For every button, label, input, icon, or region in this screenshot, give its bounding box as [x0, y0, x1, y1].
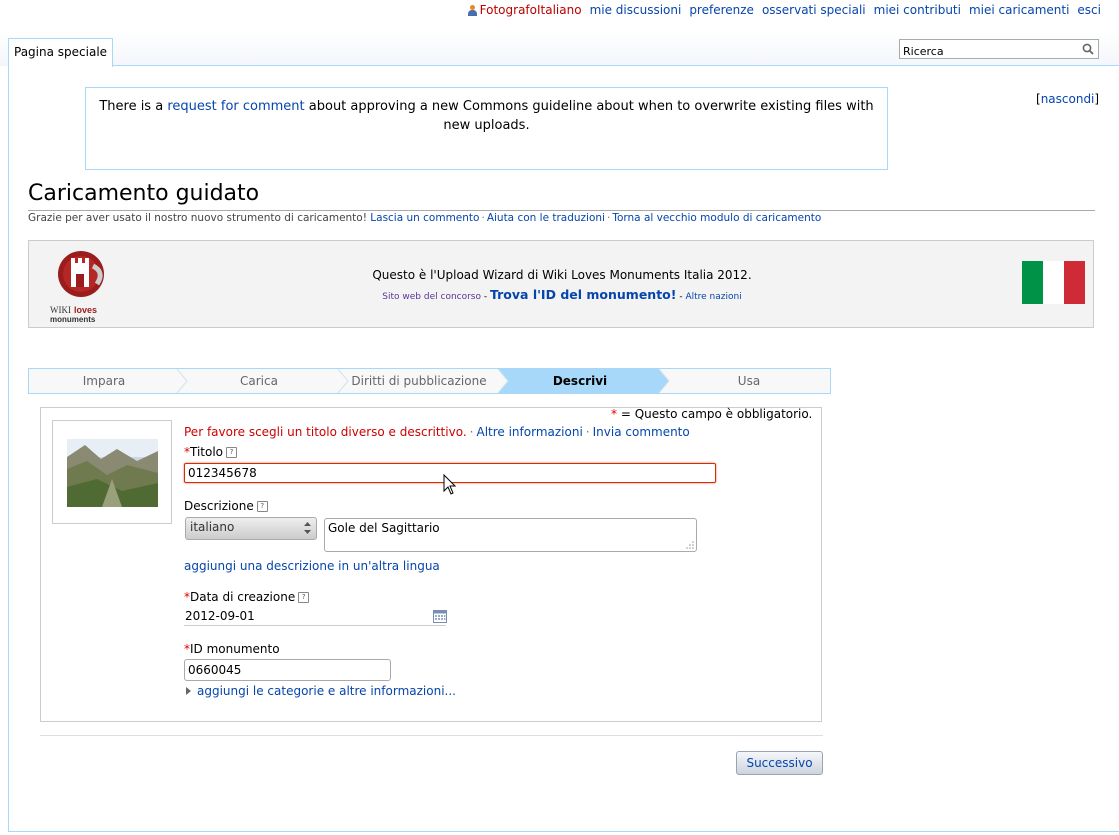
step-use: Usa	[737, 374, 761, 388]
banner-links: Sito web del concorso - Trova l'ID del m…	[382, 287, 742, 302]
resize-grip-icon[interactable]	[686, 541, 694, 549]
send-comment-link[interactable]: Invia commento	[593, 425, 690, 439]
description-textarea[interactable]: Gole del Sagittario	[324, 518, 697, 552]
step-upload: Carica	[240, 374, 278, 388]
language-select[interactable]: italiano	[185, 517, 317, 540]
error-message: Per favore scegli un titolo diverso e de…	[184, 425, 467, 439]
calendar-icon[interactable]	[433, 609, 447, 623]
monument-label-text: ID monumento	[190, 642, 280, 656]
mouse-cursor-icon	[443, 474, 457, 495]
date-label: *Data di creazione ?	[184, 590, 310, 604]
select-arrows-icon	[304, 522, 311, 534]
old-upload-form-link[interactable]: Torna al vecchio modulo di caricamento	[612, 212, 821, 224]
date-label-text: Data di creazione	[190, 590, 296, 604]
user-link[interactable]: FotografoItaliano	[467, 3, 582, 17]
logout-link[interactable]: esci	[1077, 3, 1101, 17]
italian-flag-icon	[1022, 261, 1085, 304]
banner-headline: Questo è l'Upload Wizard di Wiki Loves M…	[372, 268, 752, 282]
monument-id-input[interactable]	[184, 659, 391, 681]
logo-monuments-text: monuments	[50, 315, 96, 324]
description-label-text: Descrizione	[184, 499, 254, 513]
wiki-loves-monuments-logo: WIKI loves monuments	[50, 251, 104, 324]
uploads-link[interactable]: miei caricamenti	[969, 3, 1069, 17]
hide-notice: [nascondi]	[1036, 92, 1100, 106]
thumbnail-frame	[52, 420, 172, 524]
step-describe: Descrivi	[552, 374, 608, 388]
required-field-note: * = Questo campo è obbligatorio.	[611, 407, 813, 421]
help-icon[interactable]: ?	[226, 446, 238, 458]
tab-special-page[interactable]: Pagina speciale	[8, 38, 114, 67]
form-footer-divider	[40, 735, 823, 736]
add-description-language-link[interactable]: aggiungi una descrizione in un'altra lin…	[184, 559, 440, 573]
request-for-comment-link[interactable]: request for comment	[167, 99, 304, 114]
required-note-text: = Questo campo è obbligatorio.	[620, 407, 813, 421]
search-icon[interactable]	[1082, 43, 1094, 55]
hide-notice-link[interactable]: nascondi	[1041, 92, 1095, 106]
logo-loves-text: loves	[74, 305, 97, 315]
help-icon[interactable]: ?	[256, 500, 268, 512]
notice-text-before: There is a	[99, 99, 168, 114]
help-icon[interactable]: ?	[298, 591, 310, 603]
add-categories-link[interactable]: aggiungi le categorie e altre informazio…	[197, 684, 456, 698]
search-box[interactable]	[899, 39, 1099, 61]
title-label-text: Titolo	[190, 445, 224, 459]
photo-thumbnail	[67, 439, 158, 507]
title-label: *Titolo ?	[184, 445, 238, 459]
page-title: Caricamento guidato	[28, 181, 260, 206]
description-value: Gole del Sagittario	[328, 521, 440, 535]
more-info-link[interactable]: Altre informazioni	[476, 425, 582, 439]
contest-site-link[interactable]: Sito web del concorso	[382, 292, 481, 302]
step-license: Diritti di pubblicazione	[351, 374, 487, 388]
search-input[interactable]	[900, 42, 1073, 61]
language-value: italiano	[190, 520, 235, 534]
leave-comment-link[interactable]: Lascia un commento	[370, 212, 479, 224]
flag-stripe-white	[1043, 261, 1064, 304]
step-learn: Impara	[82, 374, 126, 388]
flag-stripe-green	[1022, 261, 1043, 304]
personal-toolbar: FotografoItaliano mie discussioni prefer…	[467, 3, 1101, 17]
date-input[interactable]	[184, 607, 446, 626]
description-label: Descrizione ?	[184, 499, 268, 513]
page-subtitle: Grazie per aver usato il nostro nuovo st…	[28, 212, 822, 224]
campaign-banner: WIKI loves monuments Questo è l'Upload W…	[28, 240, 1094, 328]
wizard-steps: Impara Carica Diritti di pubblicazione D…	[28, 368, 831, 394]
find-monument-id-link[interactable]: Trova l'ID del monumento!	[490, 287, 676, 302]
preferences-link[interactable]: preferenze	[689, 3, 754, 17]
flag-stripe-red	[1064, 261, 1085, 304]
title-warning: Per favore scegli un titolo diverso e de…	[184, 425, 690, 439]
user-name[interactable]: FotografoItaliano	[480, 3, 582, 17]
site-notice: There is a request for comment about app…	[85, 87, 888, 170]
watchlist-link[interactable]: osservati speciali	[762, 3, 866, 17]
logo-wiki-text: WIKI	[50, 305, 71, 315]
my-talk-link[interactable]: mie discussioni	[590, 3, 682, 17]
other-nations-link[interactable]: Altre nazioni	[685, 292, 741, 302]
user-icon	[467, 4, 477, 16]
more-details-toggle[interactable]: aggiungi le categorie e altre informazio…	[186, 684, 456, 698]
contributions-link[interactable]: miei contributi	[874, 3, 961, 17]
expand-triangle-icon	[186, 687, 191, 695]
subtitle-text: Grazie per aver usato il nostro nuovo st…	[28, 212, 367, 224]
title-divider	[28, 210, 1095, 211]
notice-text-after: about approving a new Commons guideline …	[304, 99, 874, 133]
monument-id-label: *ID monumento	[184, 642, 280, 656]
help-translate-link[interactable]: Aiuta con le traduzioni	[487, 212, 605, 224]
next-button[interactable]: Successivo	[736, 751, 823, 775]
